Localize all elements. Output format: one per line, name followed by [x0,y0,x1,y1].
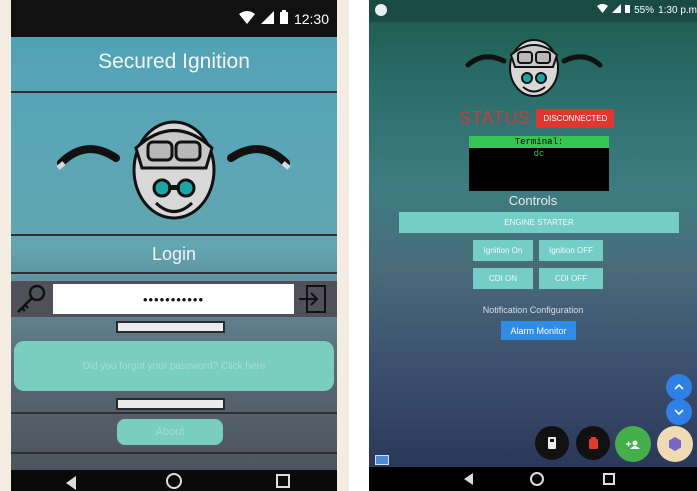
tool-button[interactable] [535,426,569,460]
cdi-off-button[interactable]: CDI OFF [539,268,603,289]
trash-icon [588,437,598,449]
home-icon[interactable] [530,472,544,486]
app-title: Secured Ignition [98,50,250,73]
helmet-goggles-logo [465,39,603,97]
status-time: 12:30 [293,10,329,27]
status-row: STATUS DISCONNECTED [459,108,615,129]
terminal-output: dc [533,149,545,159]
battery-icon [279,10,288,27]
divider [11,452,337,454]
white-bar [116,321,225,333]
divider [11,412,337,414]
cdi-on-button[interactable]: CDI ON [473,268,533,289]
status-time: 1:30 p.m [658,4,697,16]
scroll-up-button[interactable] [666,374,692,400]
recents-icon[interactable] [276,474,290,488]
status-bar: 12:30 [11,0,337,37]
left-phone-screenshot: 12:30 Secured Ignition Login •••••••••••… [0,0,349,491]
engine-starter-button[interactable]: ENGINE STARTER [399,212,679,233]
battery-percent: 55% [634,4,655,16]
navigation-bar [369,467,697,491]
chevron-up-icon [674,384,684,390]
terminal-header: Terminal: [469,136,609,148]
password-field[interactable] [53,284,294,314]
controls-heading: Controls [508,193,558,208]
wifi-icon [597,4,609,16]
white-bar [116,398,225,410]
ignition-on-button[interactable]: Ignition On [473,240,533,261]
recents-icon[interactable] [603,473,615,485]
window-icon[interactable] [375,455,389,465]
connection-status-button[interactable]: DISCONNECTED [536,109,615,128]
signal-icon [612,4,622,16]
notification-heading: Notification Configuration [482,305,584,315]
add-user-icon [626,440,640,449]
back-icon[interactable] [464,473,473,485]
navigation-bar [11,470,337,491]
divider [11,272,337,274]
stop-button[interactable] [576,426,610,460]
alarm-monitor-button[interactable]: Alarm Monitor [501,321,576,340]
back-icon[interactable] [66,476,76,490]
settings-button[interactable] [657,426,693,462]
add-user-button[interactable] [615,426,651,462]
login-heading: Login [151,244,197,264]
status-right: 55% 1:30 p.m [597,4,697,16]
login-screen: 12:30 Secured Ignition Login •••••••••••… [11,0,337,491]
home-icon[interactable] [166,473,182,489]
divider [11,91,337,93]
battery-icon [625,4,631,16]
forgot-password-button[interactable]: Did you forgot your password? Click here [14,341,334,391]
divider [11,234,337,236]
helmet-goggles-logo [56,120,291,220]
scroll-down-button[interactable] [666,399,692,425]
chevron-down-icon [674,409,684,415]
status-label: STATUS [459,108,531,128]
ignition-off-button[interactable]: Ignition OFF [539,240,603,261]
wifi-icon [238,10,255,27]
terminal-panel: Terminal: dc [469,136,609,191]
bin-icon [548,437,556,449]
hexagon-icon [669,437,681,451]
about-button[interactable]: About [117,419,223,445]
status-bar: 55% 1:30 p.m [369,0,697,22]
key-icon [17,284,46,313]
right-phone-screenshot: 55% 1:30 p.m STATUS DISCONNECTED Termina… [369,0,697,491]
login-arrow-icon[interactable] [297,284,329,314]
password-row [11,281,337,317]
shield-icon [375,4,387,16]
signal-icon [260,10,274,27]
